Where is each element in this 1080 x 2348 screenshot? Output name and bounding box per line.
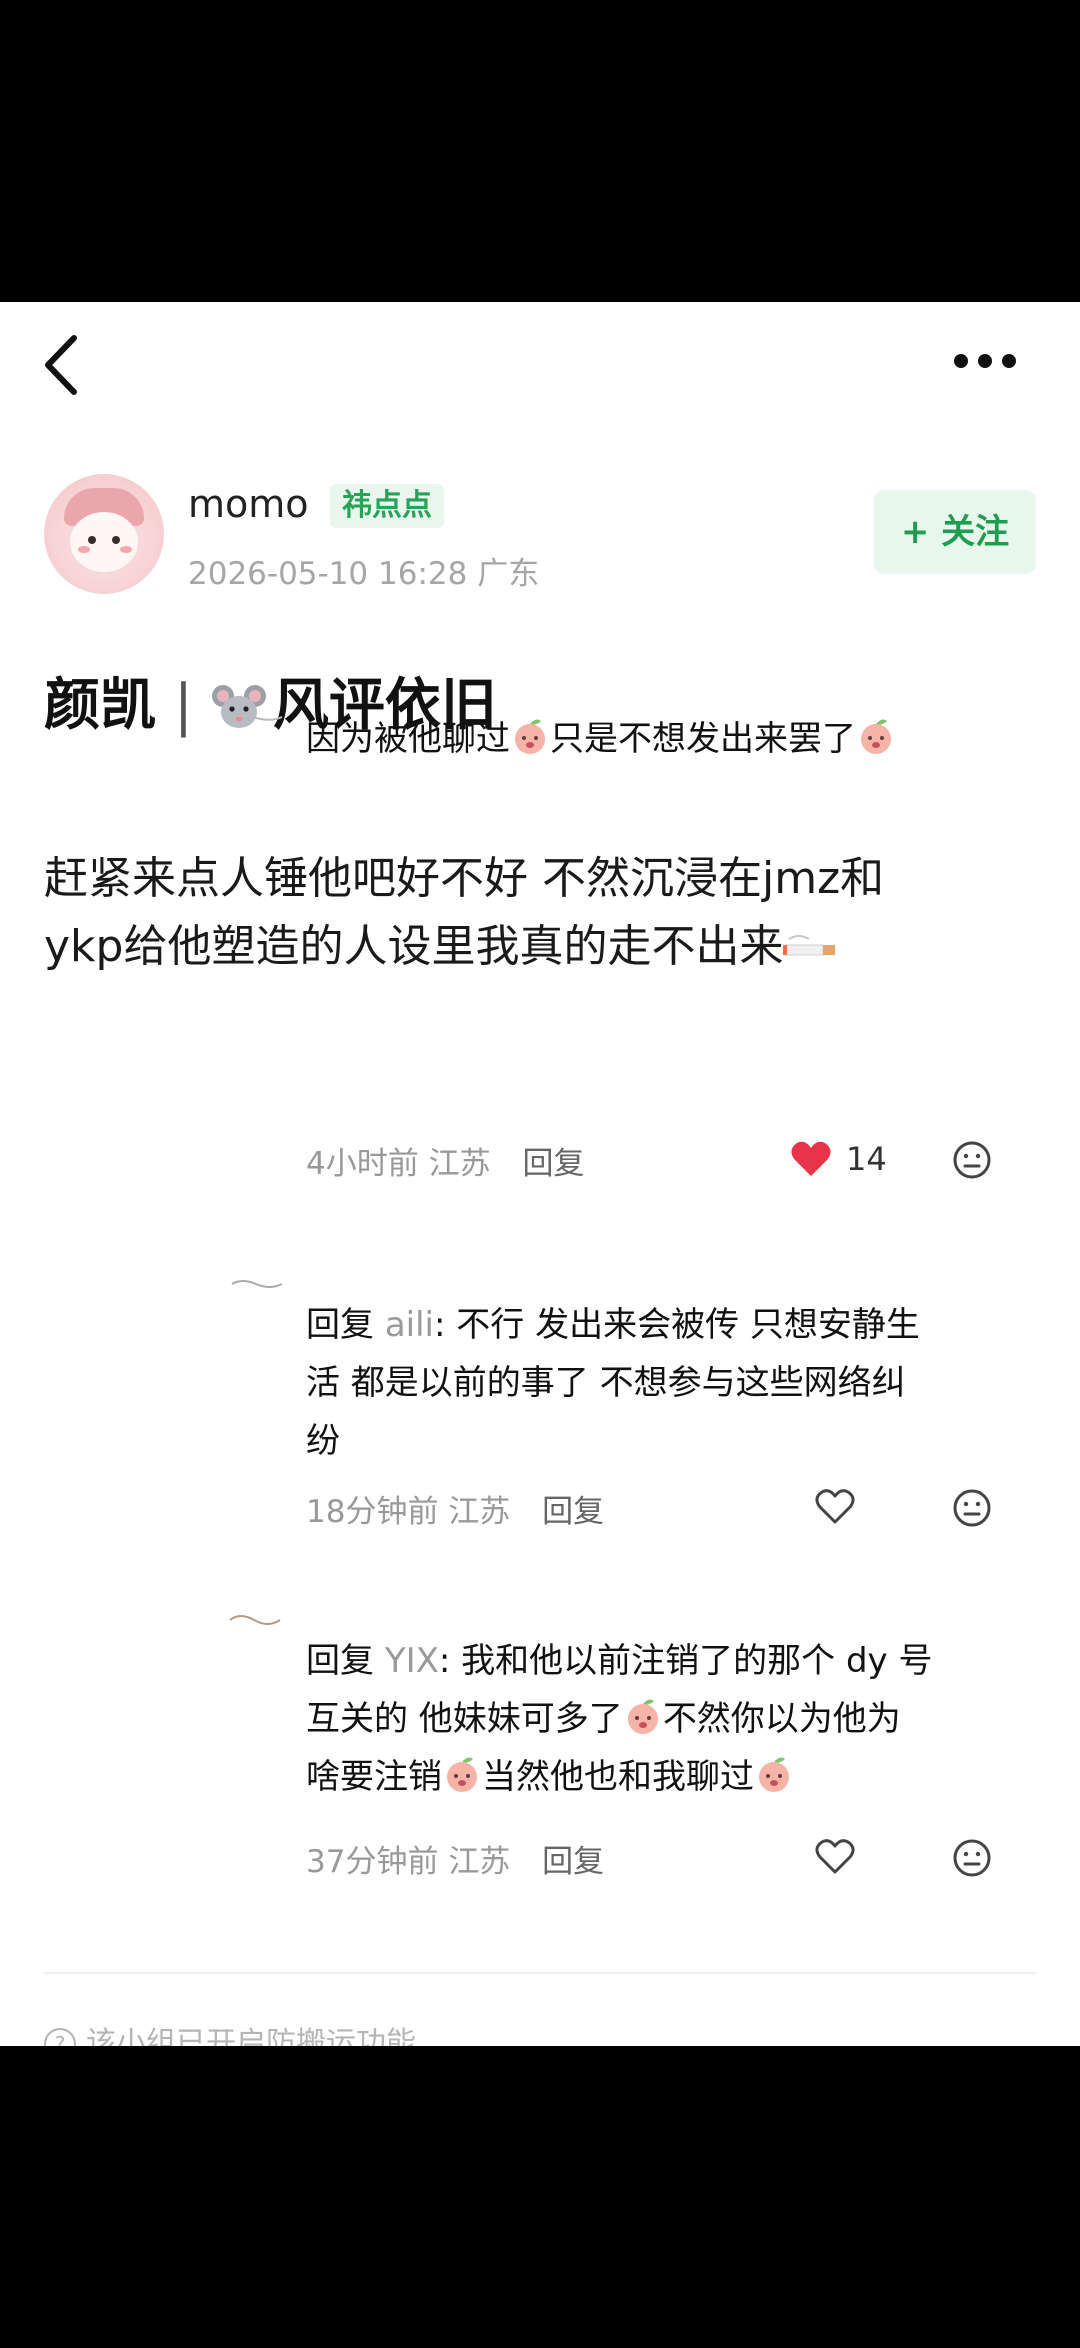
comment-text-part: 因为被他聊过 [306,719,510,759]
post-timestamp-location: 2026-05-10 16:28 广东 [188,556,540,592]
divider [44,1972,1036,1974]
comment-line: 纷 [306,1421,340,1461]
cigarette-emoji-icon [783,935,836,956]
peach-emoji-icon [515,719,545,754]
emoji-react-icon[interactable] [952,1838,992,1878]
comment-line: 互关的 他妹妹可多了 不然你以为他为 [306,1690,1006,1748]
reply-button[interactable]: 回复 [522,1146,584,1182]
reply-prefix: 回复 [306,1641,374,1681]
heart-outline-icon[interactable] [814,1838,856,1876]
comment-text: 回复 aili: 不行 发出来会被传 只想安静生 活 都是以前的事了 不想参与这… [306,1296,1006,1470]
reply-prefix: 回复 [306,1305,374,1345]
peach-emoji-icon [627,1699,658,1734]
mouse-emoji-icon [211,685,266,728]
post-body-line-2-text: ykp给他塑造的人设里我真的走不出来 [44,921,784,972]
comment-text-part: 当然他也和我聊过 [482,1757,754,1797]
follow-button[interactable]: + 关注 [874,490,1036,574]
comment-avatar[interactable] [226,1610,284,1630]
comment-meta: 4小时前 江苏 回复 [306,1138,584,1183]
comment-location: 江苏 [428,1146,491,1182]
comment-text-part: : 我和他以前注销了的那个 dy 号 [438,1641,933,1681]
comment-location: 江苏 [448,1844,511,1880]
reply-button[interactable]: 回复 [542,1844,604,1880]
comment-time: 18分钟前 [306,1494,439,1530]
reply-button[interactable]: 回复 [542,1494,604,1530]
comment-text-part: : 不行 发出来会被传 只想安静生 [434,1305,920,1345]
post-title-separator: | [174,673,193,738]
author-name[interactable]: momo [188,482,309,526]
like-count: 14 [846,1140,887,1178]
comment-text: 回复 YIX: 我和他以前注销了的那个 dy 号 互关的 他妹妹可多了 不然你以为… [306,1632,1006,1806]
comment-text-part: 啥要注销 [306,1757,442,1797]
comment-line: 回复 aili: 不行 发出来会被传 只想安静生 [306,1296,1006,1354]
post-body-line-2: ykp给他塑造的人设里我真的走不出来 [44,910,1044,974]
chevron-left-icon[interactable] [38,330,88,400]
reply-target-user[interactable]: aili [385,1305,434,1345]
emoji-react-icon[interactable] [952,1140,992,1180]
comment-text-part: 不然你以为他为 [662,1699,901,1739]
comment-line: 啥要注销 当然他也和我聊过 [306,1748,1006,1806]
comment-avatar[interactable] [226,1276,284,1292]
peach-emoji-icon [447,1757,477,1792]
comment-meta: 18分钟前 江苏 回复 [306,1486,604,1531]
comment-text-part: 互关的 他妹妹可多了 [306,1699,623,1739]
more-horizontal-icon[interactable] [950,350,1020,374]
comment-time: 37分钟前 [306,1844,439,1880]
comment-text-part: 只是不想发出来罢了 [550,719,856,759]
comment-line: 活 都是以前的事了 不想参与这些网络纠 [306,1363,906,1403]
peach-emoji-icon [861,719,891,754]
comment-avatar[interactable] [226,712,284,722]
notice-text: 该小组已开启防搬运功能 [86,2026,416,2046]
comment-time: 4小时前 [306,1146,419,1182]
avatar[interactable] [44,474,164,594]
comment-meta: 37分钟前 江苏 回复 [306,1836,604,1881]
anti-repost-notice: ? 该小组已开启防搬运功能 [44,2018,416,2046]
emoji-react-icon[interactable] [952,1488,992,1528]
question-icon: ? [44,2028,76,2046]
post-title-left: 颜凯 [44,673,156,738]
group-badge[interactable]: 祎点点 [330,484,444,528]
reply-target-user[interactable]: YIX [385,1641,439,1681]
post-detail-screen: momo 祎点点 2026-05-10 16:28 广东 + 关注 颜凯 | 风评… [0,302,1080,2046]
peach-emoji-icon [759,1757,789,1792]
post-body-line-1: 赶紧来点人锤他吧好不好 不然沉浸在jmz和 [44,853,885,904]
heart-filled-icon[interactable] [790,1140,832,1178]
heart-outline-icon[interactable] [814,1488,856,1526]
comment-text: 因为被他聊过 只是不想发出来罢了 [306,710,1006,768]
comment-location: 江苏 [448,1494,511,1530]
comment-line: 回复 YIX: 我和他以前注销了的那个 dy 号 [306,1632,1006,1690]
